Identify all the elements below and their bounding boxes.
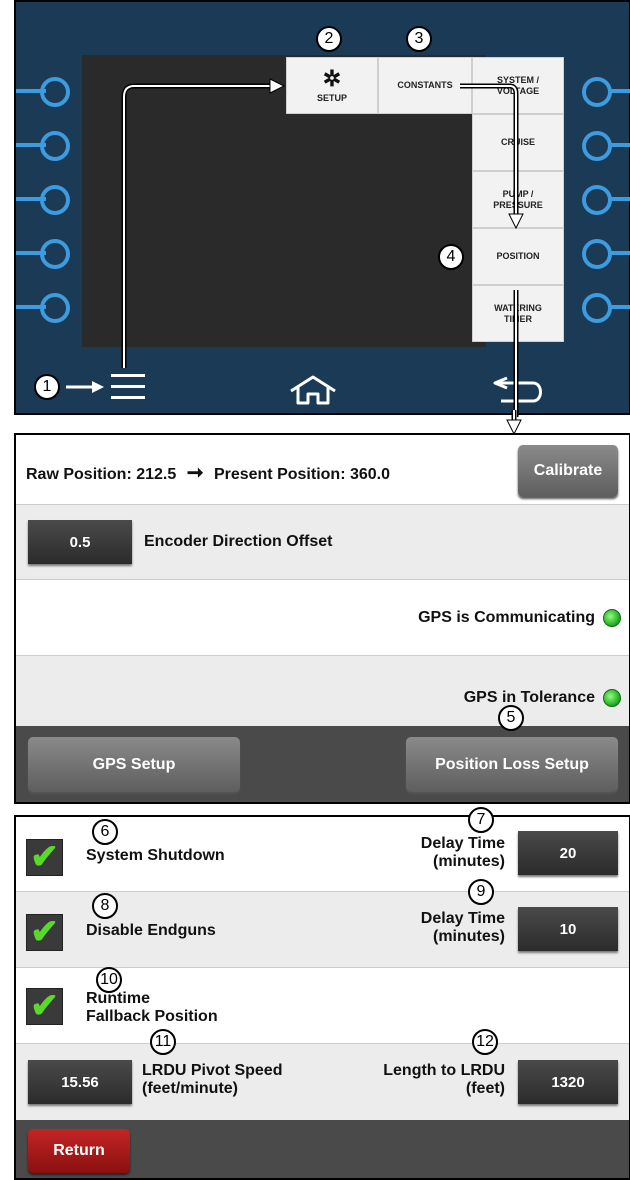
position-screen: Raw Position: 212.5 ➞ Present Position: … bbox=[14, 433, 630, 804]
encoder-offset-row: 0.5 Encoder Direction Offset bbox=[16, 505, 629, 580]
callout-8: 8 bbox=[92, 893, 118, 919]
pivot-speed-text: LRDU Pivot Speed bbox=[142, 1062, 283, 1079]
checkmark-icon: ✔ bbox=[30, 987, 59, 1025]
position-readout: Raw Position: 212.5 ➞ Present Position: … bbox=[26, 460, 390, 485]
callout-3: 3 bbox=[406, 26, 432, 52]
callout-4: 4 bbox=[438, 244, 464, 270]
pivot-speed-input[interactable]: 15.56 bbox=[28, 1060, 132, 1104]
calibrate-button[interactable]: Calibrate bbox=[518, 445, 618, 497]
display-device: ✲ SETUP CONSTANTS SYSTEM / VOLTAGE CRUIS… bbox=[14, 0, 630, 417]
delay-time-text: Delay Time bbox=[420, 835, 505, 852]
delay-time-label-1: Delay Time (minutes) bbox=[421, 835, 505, 871]
callout-1: 1 bbox=[34, 374, 60, 400]
fallback-position-text: Fallback Position bbox=[86, 1008, 218, 1025]
loss-setup-footer: Return bbox=[16, 1120, 629, 1178]
runtime-fallback-label: Runtime Fallback Position bbox=[86, 990, 218, 1026]
disable-endguns-label: Disable Endguns bbox=[86, 922, 216, 939]
system-shutdown-label: System Shutdown bbox=[86, 847, 225, 864]
right-arrow-icon: ➞ bbox=[186, 462, 204, 484]
raw-position-row: Raw Position: 212.5 ➞ Present Position: … bbox=[16, 435, 629, 505]
gps-communicating-row: GPS is Communicating bbox=[16, 580, 629, 656]
callout-7: 7 bbox=[468, 807, 494, 833]
delay-time-input-2[interactable]: 10 bbox=[518, 907, 618, 951]
callout-12: 12 bbox=[472, 1029, 498, 1055]
lrdu-row: 15.56 LRDU Pivot Speed (feet/minute) Len… bbox=[16, 1044, 629, 1120]
gps-tolerance-label: GPS in Tolerance bbox=[463, 689, 595, 707]
callout-10: 10 bbox=[96, 967, 122, 993]
disable-endguns-checkbox[interactable]: ✔ bbox=[26, 914, 63, 951]
checkmark-icon: ✔ bbox=[30, 913, 59, 951]
guide-arrows bbox=[66, 78, 524, 417]
callout-6: 6 bbox=[92, 819, 118, 845]
pivot-speed-label: LRDU Pivot Speed (feet/minute) bbox=[142, 1062, 282, 1098]
length-to-lrdu-label: Length to LRDU (feet) bbox=[383, 1062, 505, 1098]
length-unit: (feet) bbox=[465, 1080, 505, 1097]
encoder-offset-input[interactable]: 0.5 bbox=[28, 520, 132, 564]
delay-time-unit: (minutes) bbox=[433, 853, 505, 870]
delay-time-input-1[interactable]: 20 bbox=[518, 831, 618, 875]
delay-time-unit: (minutes) bbox=[433, 928, 505, 945]
system-shutdown-checkbox[interactable]: ✔ bbox=[26, 839, 63, 876]
status-led-icon bbox=[603, 689, 621, 707]
encoder-offset-label: Encoder Direction Offset bbox=[144, 533, 333, 550]
callout-5: 5 bbox=[498, 705, 524, 731]
runtime-fallback-checkbox[interactable]: ✔ bbox=[26, 988, 63, 1025]
return-button[interactable]: Return bbox=[28, 1129, 130, 1173]
callout-11: 11 bbox=[150, 1029, 176, 1055]
gps-communicating-status: GPS is Communicating bbox=[418, 609, 621, 627]
present-position-label: Present Position: 360.0 bbox=[213, 466, 390, 483]
gps-communicating-label: GPS is Communicating bbox=[418, 609, 595, 627]
position-loss-setup-screen: ✔ System Shutdown Delay Time (minutes) 2… bbox=[14, 807, 630, 1180]
gps-tolerance-status: GPS in Tolerance bbox=[464, 689, 621, 707]
length-text: Length to LRDU bbox=[383, 1062, 505, 1079]
callout-9: 9 bbox=[468, 879, 494, 905]
callout-2: 2 bbox=[316, 26, 342, 52]
checkmark-icon: ✔ bbox=[30, 838, 59, 876]
length-to-lrdu-input[interactable]: 1320 bbox=[518, 1060, 618, 1104]
pivot-speed-unit: (feet/minute) bbox=[142, 1080, 238, 1097]
gps-tolerance-row: GPS in Tolerance bbox=[16, 656, 629, 726]
position-footer: GPS Setup Position Loss Setup bbox=[16, 726, 629, 802]
delay-time-label-2: Delay Time (minutes) bbox=[421, 910, 505, 946]
position-loss-setup-button[interactable]: Position Loss Setup bbox=[406, 737, 618, 792]
status-led-icon bbox=[603, 609, 621, 627]
delay-time-text: Delay Time bbox=[420, 910, 505, 927]
raw-position-label: Raw Position: 212.5 bbox=[26, 466, 177, 483]
gps-setup-button[interactable]: GPS Setup bbox=[28, 737, 240, 792]
